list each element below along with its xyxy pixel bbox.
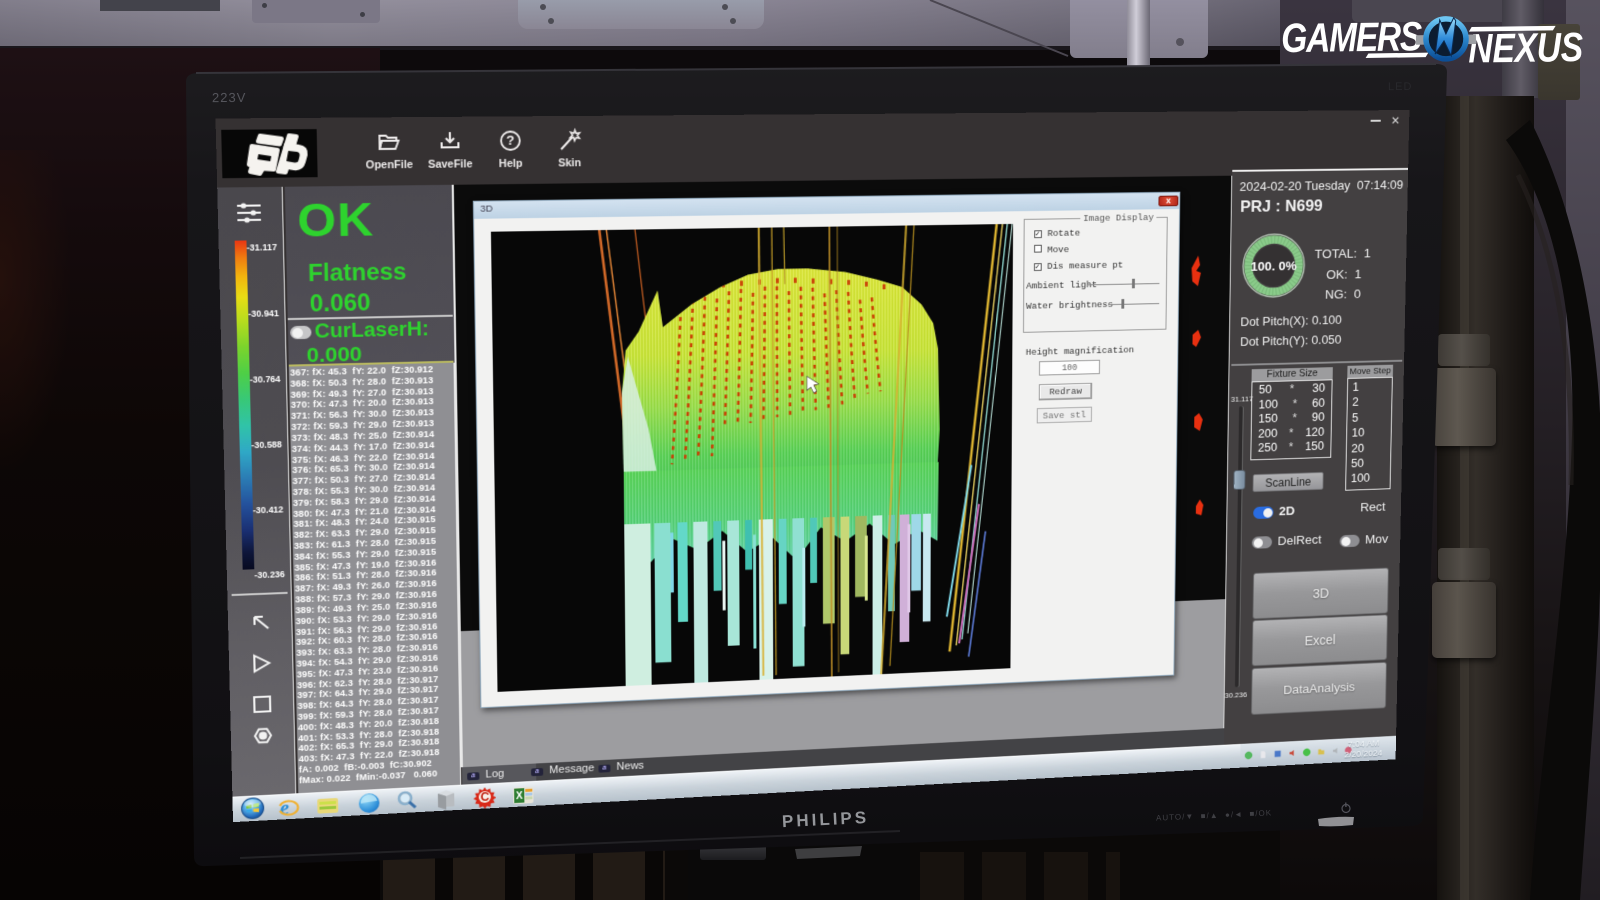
svg-text:X: X — [516, 791, 524, 802]
svg-text:?: ? — [506, 133, 514, 148]
svg-text:100. 0%: 100. 0% — [1251, 259, 1297, 274]
svg-text:C: C — [480, 790, 489, 804]
